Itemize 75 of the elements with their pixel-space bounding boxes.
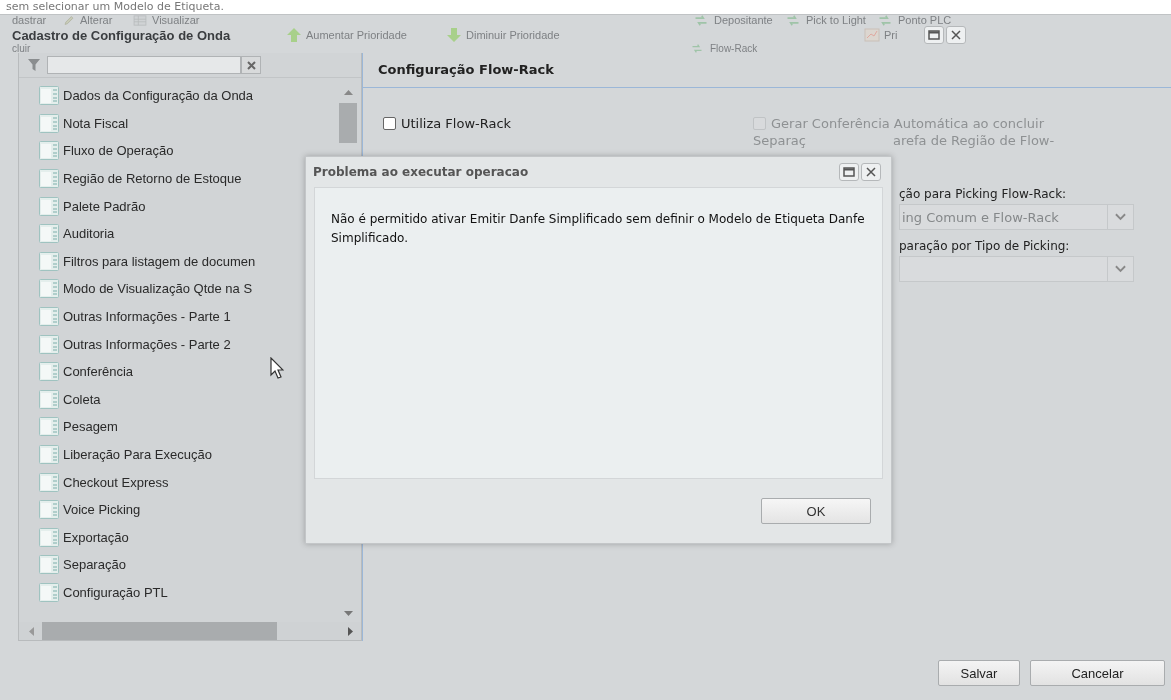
tree-item[interactable]: Outras Informações - Parte 1 [63, 309, 231, 325]
tree-item[interactable]: Separação [63, 557, 126, 573]
form-icon [39, 500, 59, 520]
left-arrow-icon [29, 626, 34, 636]
form-icon [39, 279, 59, 299]
up-arrow-icon [343, 90, 353, 95]
panel-title: Configuração Flow-Rack [363, 53, 1171, 88]
scrollbar-thumb[interactable] [339, 103, 357, 143]
field-label: paração por Tipo de Picking: [899, 238, 1071, 255]
down-arrow-icon [446, 27, 462, 43]
close-icon [246, 60, 256, 70]
tree-item[interactable]: Conferência [63, 364, 134, 380]
tree-item[interactable]: Checkout Express [63, 474, 169, 490]
maximize-button[interactable] [924, 26, 944, 44]
tree-item[interactable]: Fluxo de Operação [63, 143, 174, 159]
form-icon [39, 417, 59, 437]
pointer-icon [270, 357, 284, 379]
tree-item[interactable]: Modo de Visualização Qtde na S [63, 281, 253, 297]
footer-button[interactable]: Cancelar [1030, 660, 1165, 686]
form-icon [39, 169, 59, 189]
form-icon [39, 307, 59, 327]
form-icon [39, 389, 59, 409]
form-icon [39, 141, 59, 161]
tree-item[interactable]: Nota Fiscal [63, 115, 129, 131]
tree-item[interactable]: Coleta [63, 391, 101, 407]
right-arrow-icon [348, 626, 353, 636]
tree-item[interactable]: Palete Padrão [63, 198, 146, 214]
tree-item[interactable]: Dados da Configuração da Onda [63, 88, 254, 104]
filter-field[interactable] [47, 56, 241, 74]
form-icon [39, 555, 59, 575]
dropdown-field[interactable] [899, 256, 1134, 282]
checkbox[interactable] [383, 116, 396, 130]
tree-item[interactable]: Liberação Para Execução [63, 447, 212, 462]
checkbox-label: Gerar Conferência Automática ao concluir [771, 115, 1044, 131]
close-icon [951, 30, 961, 40]
window-title: Cadastro de Configuração de Onda [12, 27, 232, 43]
field-label: ção para Picking Flow-Rack: [899, 186, 1068, 203]
form-icon [39, 113, 59, 133]
filter-icon [27, 58, 41, 72]
label-text: Separaç [753, 132, 807, 148]
label-text: arefa de Região de Flow- [893, 132, 1055, 148]
form-icon [39, 224, 59, 244]
tree-item[interactable]: Pesagem [63, 419, 118, 435]
footer-button[interactable]: Salvar [938, 660, 1020, 686]
scrollbar-thumb[interactable] [42, 622, 277, 640]
tree-item[interactable]: Outras Informações - Parte 2 [63, 336, 231, 352]
dialog-title: Problema ao executar operacao [313, 165, 529, 179]
ok-button[interactable]: OK [761, 498, 871, 524]
form-icon [39, 583, 59, 602]
maximize-icon [928, 30, 940, 40]
down-arrow-icon [343, 611, 353, 616]
maximize-icon [843, 167, 855, 177]
close-icon [866, 167, 876, 177]
checkbox-label: Utiliza Flow-Rack [401, 115, 512, 131]
chart-icon [864, 28, 880, 42]
tree-item[interactable]: Filtros para listagem de documen [63, 253, 256, 269]
tree-item[interactable]: Exportação [63, 529, 129, 545]
form-icon [39, 251, 59, 271]
maximize-button[interactable] [839, 163, 859, 181]
tree-item[interactable]: Configuração PTL [63, 585, 168, 600]
form-icon [39, 334, 59, 354]
form-icon [39, 445, 59, 464]
tree-item[interactable]: Voice Picking [63, 502, 141, 518]
tree-item[interactable]: Região de Retorno de Estoque [63, 171, 242, 187]
up-arrow-icon [286, 27, 302, 43]
error-message: Não é permitido ativar Emitir Danfe Simplificado sem definir o Modelo de Etiqueta Danfe Simplificado. [331, 211, 866, 247]
clear-button[interactable] [241, 56, 261, 74]
tree-item[interactable]: Auditoria [63, 226, 115, 242]
form-icon [39, 362, 59, 382]
close-button[interactable] [861, 163, 881, 181]
close-button[interactable] [946, 26, 966, 44]
form-icon [39, 86, 59, 106]
form-icon [39, 196, 59, 216]
form-icon [39, 472, 59, 492]
form-icon [39, 527, 59, 547]
